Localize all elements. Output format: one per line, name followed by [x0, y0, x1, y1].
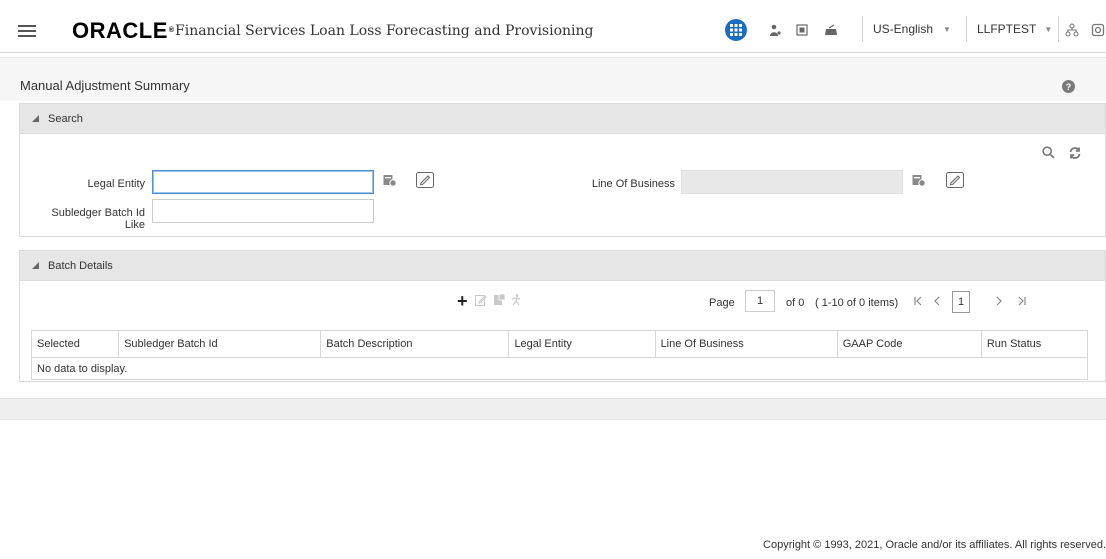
collapse-triangle-icon — [32, 115, 39, 122]
menu-icon[interactable] — [18, 25, 36, 37]
app-title: Financial Services Loan Loss Forecasting… — [175, 23, 594, 39]
app-header: ORACLE® Financial Services Loan Loss For… — [0, 0, 1106, 53]
copyright-text: Copyright © 1993, 2021, Oracle and/or it… — [763, 539, 1106, 551]
pager-page-label: Page — [709, 297, 735, 309]
user-admin-icon[interactable] — [765, 20, 785, 40]
language-value: US-English — [873, 22, 934, 36]
subledger-batch-input[interactable] — [152, 199, 374, 223]
empty-table-message: No data to display. — [37, 362, 128, 375]
column-header-gaap-code[interactable]: GAAP Code — [837, 330, 982, 358]
reset-icon[interactable] — [1068, 146, 1082, 163]
legal-entity-input[interactable] — [152, 170, 374, 194]
hierarchy-browser-icon[interactable] — [912, 174, 928, 188]
column-header-selected[interactable]: Selected — [31, 330, 120, 358]
edit-selection-icon[interactable] — [416, 172, 434, 188]
search-section-title: Search — [48, 112, 83, 125]
oracle-logo: ORACLE® — [72, 18, 175, 43]
column-header-subledger-batch-id[interactable]: Subledger Batch Id — [118, 330, 322, 358]
batch-section-header[interactable]: Batch Details — [20, 251, 1105, 281]
footer-band — [0, 398, 1106, 420]
column-header-line-of-business[interactable]: Line Of Business — [655, 330, 838, 358]
chevron-down-icon: ▼ — [943, 24, 951, 34]
last-page-icon[interactable] — [1017, 295, 1027, 309]
previous-page-icon[interactable] — [932, 295, 942, 309]
legal-entity-label: Legal Entity — [87, 178, 145, 190]
batch-details-table: Selected Subledger Batch Id Batch Descri… — [31, 330, 1088, 380]
pager-of-text: of 0 — [786, 297, 805, 309]
header-divider — [1058, 16, 1059, 42]
page-title: Manual Adjustment Summary — [20, 78, 190, 93]
column-header-batch-description[interactable]: Batch Description — [320, 330, 510, 358]
edit-icon[interactable] — [475, 294, 487, 309]
edit-selection-icon[interactable] — [946, 172, 964, 188]
column-header-legal-entity[interactable]: Legal Entity — [508, 330, 656, 358]
batch-section-title: Batch Details — [48, 259, 113, 272]
search-icon[interactable] — [1042, 146, 1055, 162]
collapse-triangle-icon — [32, 262, 39, 269]
page-number-button[interactable]: 1 — [952, 291, 970, 313]
logout-icon[interactable] — [1088, 20, 1106, 40]
chevron-down-icon: ▼ — [1044, 24, 1053, 34]
copy-icon[interactable] — [494, 293, 506, 309]
user-menu[interactable]: LLFPTEST ▼ — [966, 16, 1058, 42]
page-number-input[interactable]: 1 — [745, 290, 775, 312]
user-name: LLFPTEST — [977, 22, 1037, 36]
line-of-business-label: Line Of Business — [591, 178, 675, 190]
search-section-header[interactable]: Search — [20, 104, 1105, 134]
next-page-icon[interactable] — [994, 295, 1004, 309]
notification-icon[interactable] — [821, 20, 841, 40]
pager-items-text: ( 1-10 of 0 items) — [815, 297, 899, 309]
run-icon[interactable] — [511, 294, 522, 309]
first-page-icon[interactable] — [913, 295, 923, 309]
hierarchy-browser-icon[interactable] — [383, 174, 399, 188]
column-header-run-status[interactable]: Run Status — [981, 330, 1088, 358]
subledger-batch-label: Subledger Batch Id Like — [51, 207, 145, 231]
org-chart-icon[interactable] — [1062, 20, 1082, 40]
line-of-business-input[interactable] — [681, 170, 903, 194]
object-admin-icon[interactable] — [792, 20, 812, 40]
add-icon[interactable]: + — [457, 292, 468, 310]
apps-icon[interactable] — [725, 19, 747, 41]
table-header-row: Selected Subledger Batch Id Batch Descri… — [31, 330, 1088, 358]
language-selector[interactable]: US-English ▼ — [862, 16, 954, 42]
help-icon[interactable]: ? — [1062, 80, 1075, 93]
table-row: No data to display. — [32, 358, 1088, 380]
